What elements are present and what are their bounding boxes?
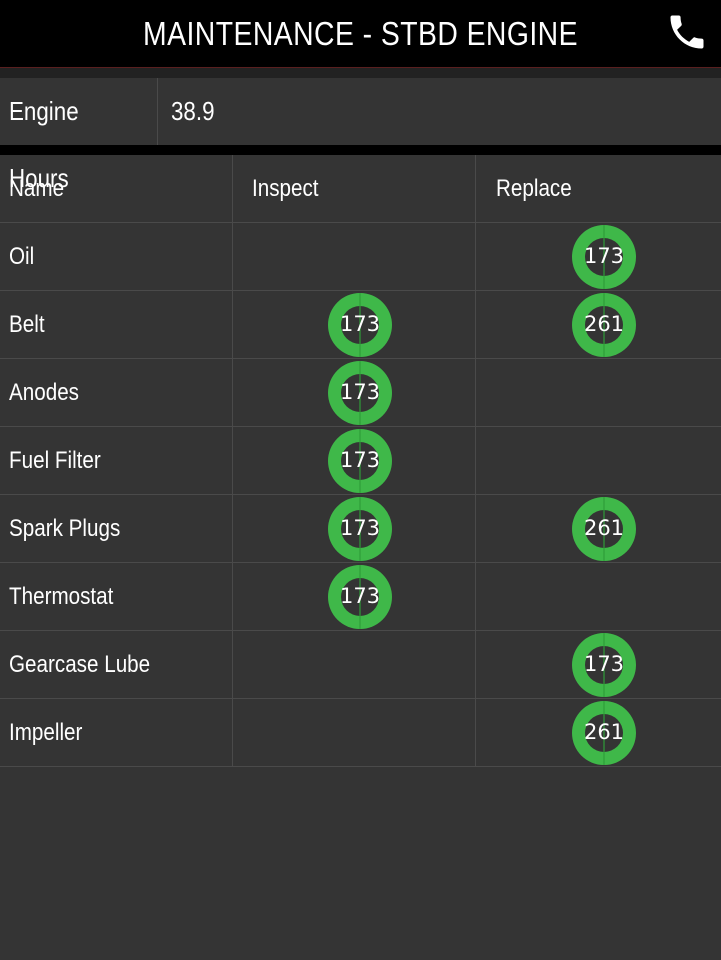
item-name-cell: Fuel Filter xyxy=(0,427,233,494)
replace-interval-ring[interactable]: 261 xyxy=(572,701,636,765)
inspect-interval-value: 173 xyxy=(339,448,381,472)
engine-hours-row: Engine Hours 38.9 xyxy=(0,78,721,193)
table-row[interactable]: Oil 173 xyxy=(0,223,721,291)
replace-cell: 173 xyxy=(476,631,721,698)
inspect-interval-ring[interactable]: 173 xyxy=(328,565,392,629)
inspect-interval-ring[interactable]: 173 xyxy=(328,293,392,357)
replace-cell xyxy=(476,359,721,426)
table-row[interactable]: Spark Plugs 173 261 xyxy=(0,495,721,563)
replace-interval-ring[interactable]: 173 xyxy=(572,633,636,697)
column-header-replace: Replace xyxy=(496,175,572,202)
engine-hours-value: 38.9 xyxy=(171,96,215,126)
replace-cell: 173 xyxy=(476,223,721,290)
replace-interval-value: 173 xyxy=(583,244,625,268)
replace-interval-ring[interactable]: 261 xyxy=(572,293,636,357)
inspect-cell xyxy=(233,699,476,766)
column-header-inspect: Inspect xyxy=(233,155,476,222)
column-header-name: Name xyxy=(0,155,233,222)
inspect-interval-value: 173 xyxy=(339,312,381,336)
inspect-interval-value: 173 xyxy=(339,584,381,608)
header-divider xyxy=(0,68,721,78)
replace-cell: 261 xyxy=(476,699,721,766)
table-row[interactable]: Belt 173 261 xyxy=(0,291,721,359)
replace-interval-value: 261 xyxy=(583,312,625,336)
table-row[interactable]: Impeller 261 xyxy=(0,699,721,767)
inspect-interval-ring[interactable]: 173 xyxy=(328,429,392,493)
replace-interval-value: 261 xyxy=(583,720,625,744)
replace-cell: 261 xyxy=(476,291,721,358)
section-divider xyxy=(0,145,721,155)
replace-cell xyxy=(476,427,721,494)
item-name-cell: Oil xyxy=(0,223,233,290)
item-name-cell: Gearcase Lube xyxy=(0,631,233,698)
inspect-cell xyxy=(233,223,476,290)
replace-interval-value: 261 xyxy=(583,516,625,540)
page-title: MAINTENANCE - STBD ENGINE xyxy=(143,15,578,52)
replace-cell: 261 xyxy=(476,495,721,562)
replace-interval-value: 173 xyxy=(583,652,625,676)
replace-cell xyxy=(476,563,721,630)
table-header-row: Name Inspect Replace xyxy=(0,155,721,223)
inspect-cell: 173 xyxy=(233,359,476,426)
inspect-cell: 173 xyxy=(233,291,476,358)
inspect-interval-value: 173 xyxy=(339,380,381,404)
table-row[interactable]: Thermostat 173 xyxy=(0,563,721,631)
replace-interval-ring[interactable]: 173 xyxy=(572,225,636,289)
inspect-cell: 173 xyxy=(233,563,476,630)
inspect-interval-ring[interactable]: 173 xyxy=(328,497,392,561)
item-name-cell: Impeller xyxy=(0,699,233,766)
table-row[interactable]: Anodes 173 xyxy=(0,359,721,427)
header-bar: MAINTENANCE - STBD ENGINE xyxy=(0,0,721,68)
inspect-cell: 173 xyxy=(233,495,476,562)
inspect-interval-value: 173 xyxy=(339,516,381,540)
inspect-interval-ring[interactable]: 173 xyxy=(328,361,392,425)
table-row[interactable]: Gearcase Lube 173 xyxy=(0,631,721,699)
item-name-cell: Belt xyxy=(0,291,233,358)
phone-icon[interactable] xyxy=(665,10,709,54)
replace-interval-ring[interactable]: 261 xyxy=(572,497,636,561)
item-name-cell: Thermostat xyxy=(0,563,233,630)
item-name-cell: Spark Plugs xyxy=(0,495,233,562)
inspect-cell xyxy=(233,631,476,698)
maintenance-table: Name Inspect Replace Oil 173 Belt 173 261 Ano… xyxy=(0,155,721,767)
item-name-cell: Anodes xyxy=(0,359,233,426)
engine-hours-label: Engine Hours xyxy=(0,78,158,193)
table-row[interactable]: Fuel Filter 173 xyxy=(0,427,721,495)
inspect-cell: 173 xyxy=(233,427,476,494)
